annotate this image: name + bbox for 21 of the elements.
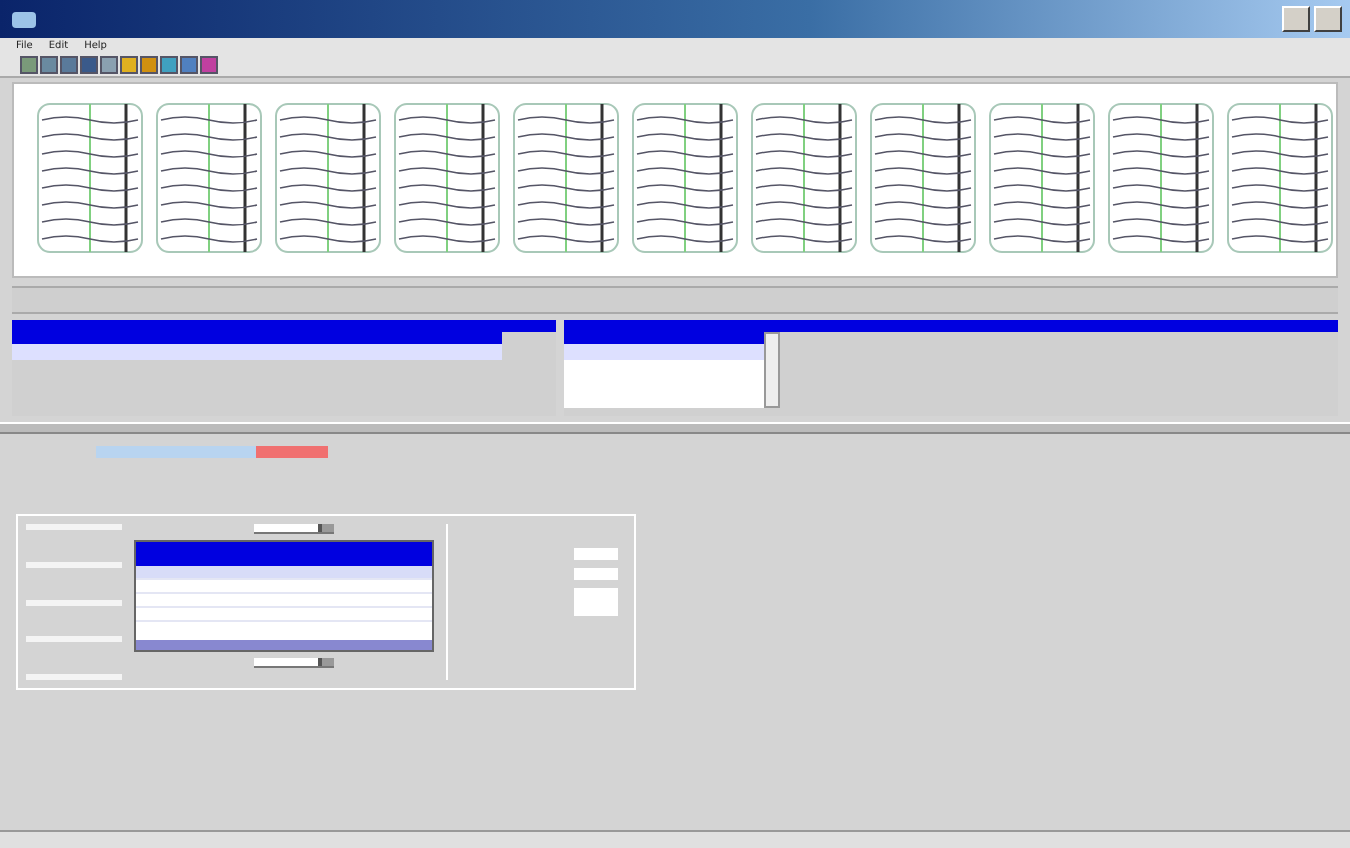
minimize-button[interactable] bbox=[1282, 6, 1310, 32]
scrollbar[interactable] bbox=[136, 640, 432, 650]
input-field[interactable] bbox=[574, 588, 618, 616]
option-button[interactable] bbox=[26, 524, 122, 530]
scrollbar[interactable] bbox=[764, 332, 780, 408]
tab-strip[interactable] bbox=[96, 446, 256, 458]
input-field[interactable] bbox=[574, 548, 618, 560]
app-icon bbox=[12, 9, 36, 29]
alert-strip bbox=[256, 446, 328, 458]
option-button[interactable] bbox=[26, 599, 122, 605]
option-button[interactable] bbox=[26, 561, 122, 568]
table-row[interactable] bbox=[564, 392, 764, 408]
close-button[interactable] bbox=[1314, 6, 1342, 32]
option-button[interactable] bbox=[26, 636, 122, 643]
grid-row[interactable] bbox=[136, 566, 432, 580]
slider[interactable] bbox=[254, 524, 334, 534]
slider[interactable] bbox=[254, 658, 334, 668]
input-field[interactable] bbox=[574, 568, 618, 580]
table-row[interactable] bbox=[564, 344, 764, 360]
option-button[interactable] bbox=[26, 674, 122, 680]
table-row[interactable] bbox=[564, 360, 764, 376]
